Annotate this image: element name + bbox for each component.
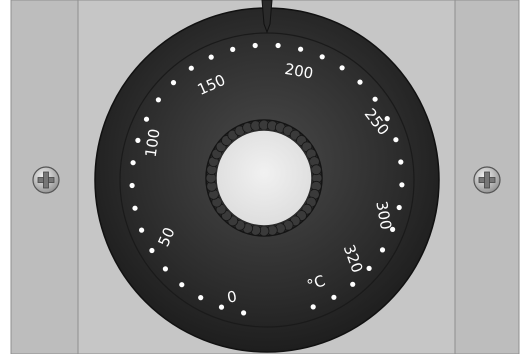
scale-dot — [218, 304, 225, 310]
scale-dot — [208, 54, 214, 60]
scale-dot — [129, 182, 135, 189]
scale-dot — [357, 79, 363, 85]
scale-dot — [298, 46, 304, 52]
scale-dot — [399, 182, 405, 188]
left-screw-icon — [32, 166, 60, 194]
scale-dot — [372, 96, 378, 102]
scale-dot — [130, 160, 136, 166]
scale-dot — [393, 137, 399, 143]
scale-dot — [143, 116, 150, 122]
scale-dot — [310, 304, 316, 310]
knurl-bump — [310, 164, 322, 176]
scale-dot — [241, 310, 247, 316]
scale-dot — [135, 137, 141, 143]
scale-dot — [252, 42, 258, 49]
scale-dot — [379, 247, 386, 253]
thermostat-svg: 0 50 100 150 200 250 300 320 °C — [10, 0, 520, 354]
right-screw-icon — [473, 166, 501, 194]
scale-dot — [350, 281, 356, 287]
scale-dot — [170, 80, 177, 86]
scale-dot — [396, 204, 402, 211]
scale-dot — [155, 97, 161, 103]
scale-dot — [132, 205, 138, 211]
scale-dot — [162, 266, 168, 272]
scale-dot — [230, 46, 236, 53]
scale-dot — [331, 294, 337, 300]
scale-dot — [398, 159, 404, 165]
scale-dot — [149, 247, 155, 254]
thermostat-panel: 0 50 100 150 200 250 300 320 °C — [0, 0, 530, 354]
scale-dot — [339, 65, 345, 71]
scale-dot — [366, 265, 372, 271]
scale-dot — [275, 42, 281, 49]
knob-center-cap[interactable] — [215, 129, 313, 227]
scale-dot — [179, 282, 185, 288]
scale-dot — [188, 65, 194, 71]
scale-dot — [139, 227, 145, 233]
scale-dot — [198, 295, 204, 301]
scale-dot — [319, 54, 325, 60]
